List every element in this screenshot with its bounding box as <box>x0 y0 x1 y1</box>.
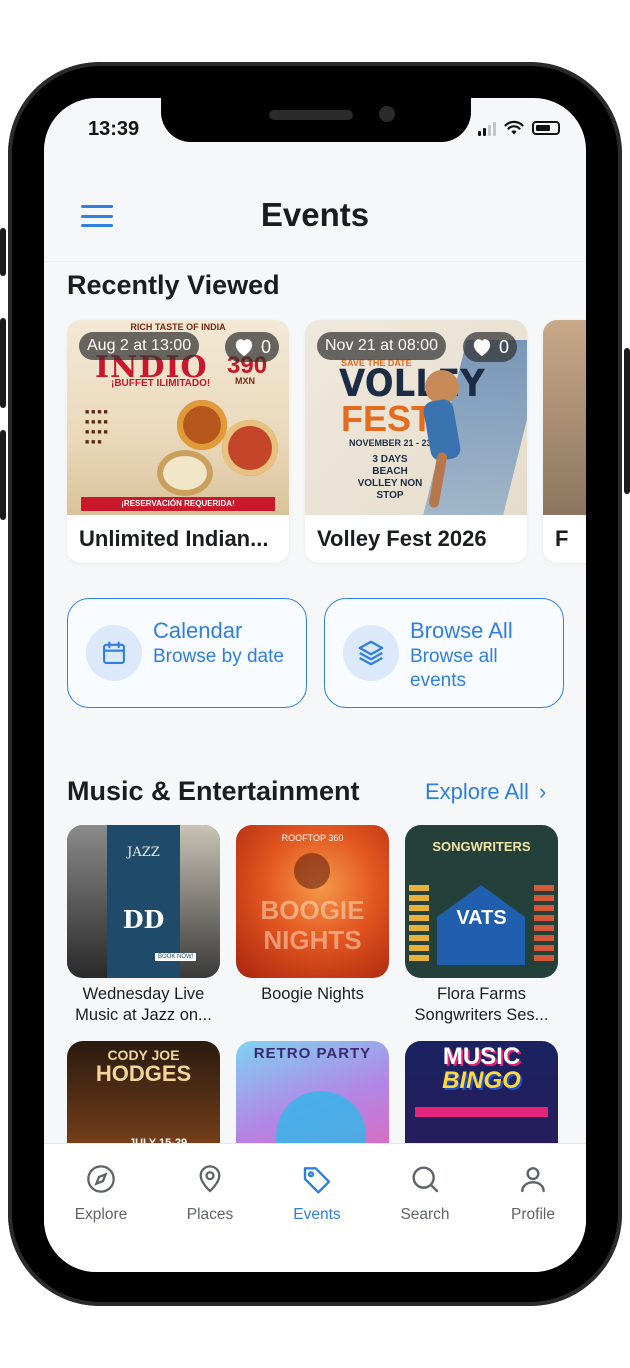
phone-notch <box>161 98 471 142</box>
music-event-card[interactable]: SONGWRITERS VATS Flora Farms Songwriters… <box>405 825 558 1026</box>
tab-label: Places <box>186 1206 234 1223</box>
browse-all-subtitle: Browse all events <box>410 646 498 691</box>
event-name: Volley Fest 2026 <box>317 526 487 551</box>
chevron-right-icon: › <box>538 779 547 804</box>
tab-events[interactable]: Events <box>272 1162 362 1224</box>
battery-icon <box>532 121 560 135</box>
event-poster: SONGWRITERS VATS <box>405 825 558 978</box>
mute-switch <box>0 228 6 276</box>
wifi-icon <box>504 120 524 135</box>
tab-label: Profile <box>511 1206 555 1223</box>
status-time: 13:39 <box>88 118 140 140</box>
calendar-title: Calendar <box>153 618 243 643</box>
calendar-button[interactable]: Calendar Browse by date <box>67 598 307 708</box>
volume-up-button <box>0 318 6 408</box>
music-event-title: Flora Farms Songwriters Ses... <box>414 985 549 1024</box>
music-event-title: Boogie Nights <box>261 985 364 1003</box>
signal-icon <box>478 120 496 136</box>
event-poster: JAZZ DD BOOK NOW! <box>67 825 220 978</box>
music-event-title: Wednesday Live Music at Jazz on... <box>75 985 212 1024</box>
like-button[interactable]: 0 <box>224 332 279 362</box>
app-screen: 13:39 Events Recently Viewed RICH TASTE … <box>44 98 586 1272</box>
explore-all-link[interactable]: Explore All › <box>425 779 546 805</box>
music-event-card[interactable]: JAZZ DD BOOK NOW! Wednesday Live Music a… <box>67 825 220 1026</box>
tab-explore[interactable]: Explore <box>56 1162 146 1224</box>
event-date-badge: Aug 2 at 13:00 <box>79 332 200 360</box>
bottom-tab-bar: Explore Places Events Search Profile <box>44 1143 586 1272</box>
event-name: F <box>555 526 569 551</box>
browse-all-title: Browse All <box>410 618 513 643</box>
page-title: Events <box>260 196 370 233</box>
calendar-subtitle: Browse by date <box>153 646 284 667</box>
heart-icon <box>473 339 491 357</box>
map-pin-icon <box>165 1162 255 1196</box>
heart-icon <box>235 339 253 357</box>
app-header: Events <box>44 182 586 262</box>
event-name: Unlimited Indian... <box>79 526 269 551</box>
calendar-icon <box>86 625 142 681</box>
tab-profile[interactable]: Profile <box>488 1162 578 1224</box>
power-button <box>624 348 630 494</box>
music-section-title: Music & Entertainment <box>67 776 360 806</box>
user-icon <box>488 1162 578 1196</box>
event-poster: ROOFTOP 360 BOOGIE NIGHTS <box>236 825 389 978</box>
tab-label: Events <box>293 1206 341 1223</box>
like-count: 0 <box>260 337 271 357</box>
layers-icon <box>343 625 399 681</box>
tab-places[interactable]: Places <box>165 1162 255 1224</box>
event-poster <box>543 320 586 515</box>
explore-all-label: Explore All <box>425 779 529 804</box>
recent-event-card[interactable]: F <box>543 320 586 563</box>
event-date-badge: Nov 21 at 08:00 <box>317 332 446 360</box>
recent-event-card[interactable]: SAVE THE DATE VOLLEY FEST NOVEMBER 21 - … <box>305 320 527 563</box>
recently-viewed-title: Recently Viewed <box>67 270 280 300</box>
recent-event-card[interactable]: RICH TASTE OF INDIA INDIO ¡BUFFET ILIMIT… <box>67 320 289 563</box>
music-event-card[interactable]: ROOFTOP 360 BOOGIE NIGHTS Boogie Nights <box>236 825 389 1005</box>
browse-all-button[interactable]: Browse All Browse all events <box>324 598 564 708</box>
tab-search[interactable]: Search <box>380 1162 470 1224</box>
search-icon <box>380 1162 470 1196</box>
compass-icon <box>56 1162 146 1196</box>
like-count: 0 <box>498 337 509 357</box>
tag-icon <box>272 1162 362 1196</box>
tab-label: Explore <box>74 1206 128 1223</box>
tab-label: Search <box>400 1206 450 1223</box>
volume-down-button <box>0 430 6 520</box>
like-button[interactable]: 0 <box>462 332 517 362</box>
status-icons <box>478 120 560 136</box>
